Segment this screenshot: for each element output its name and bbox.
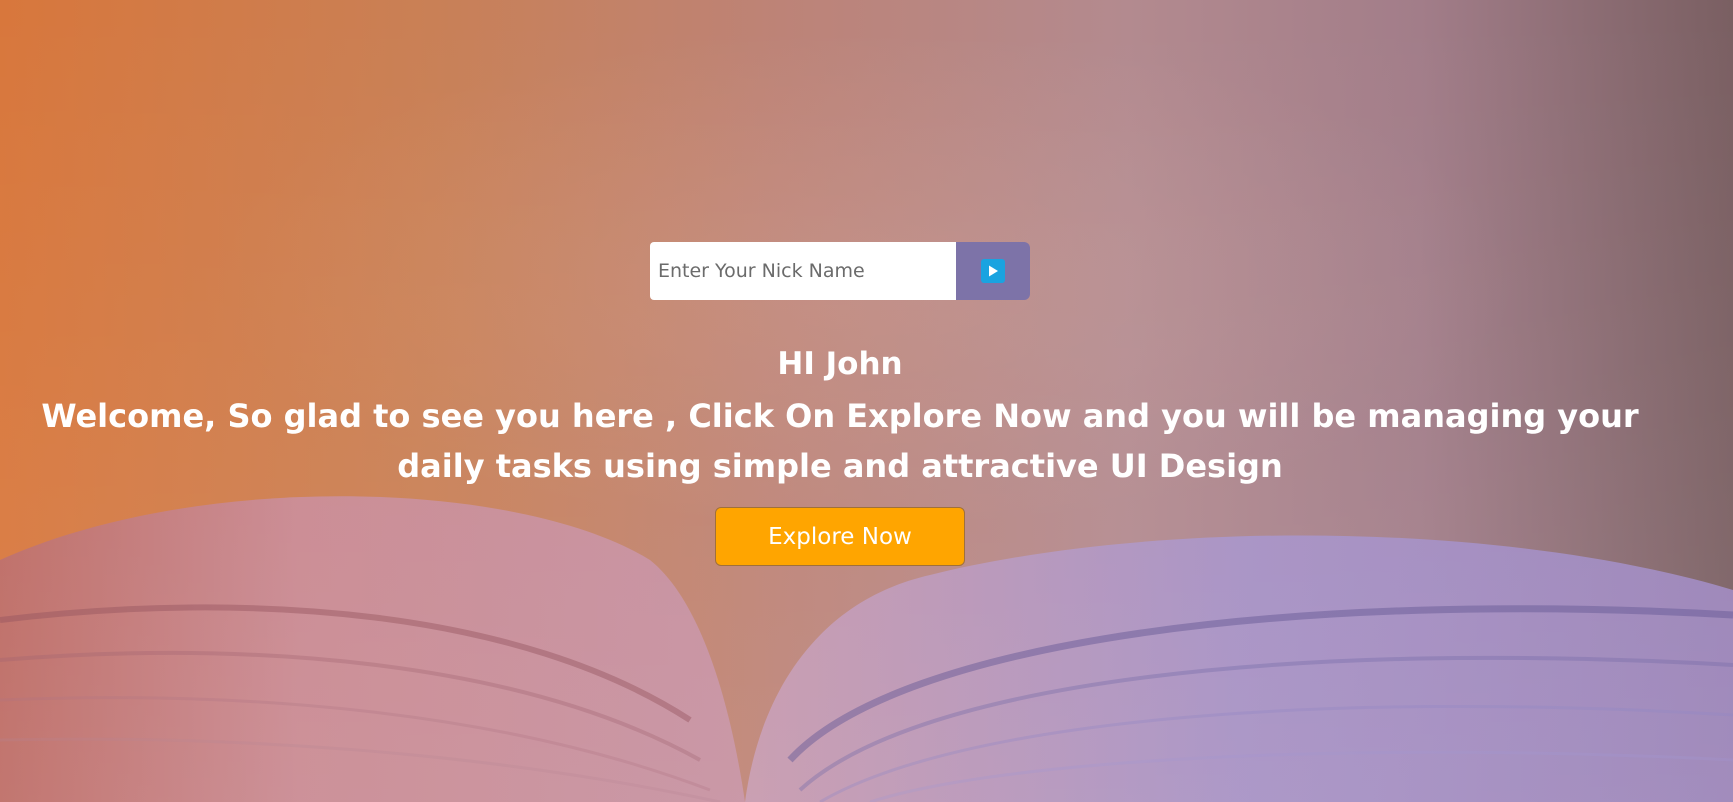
- explore-now-button[interactable]: Explore Now: [715, 507, 965, 566]
- nickname-form: [650, 242, 1030, 300]
- greeting-heading: HI John: [777, 346, 903, 382]
- play-icon: [981, 259, 1005, 283]
- submit-nickname-button[interactable]: [956, 242, 1030, 300]
- welcome-message: Welcome, So glad to see you here , Click…: [41, 397, 1639, 485]
- nickname-input[interactable]: [650, 242, 956, 300]
- hero-content: HI John Welcome, So glad to see you here…: [0, 0, 1733, 802]
- hero-section: HI John Welcome, So glad to see you here…: [0, 0, 1733, 802]
